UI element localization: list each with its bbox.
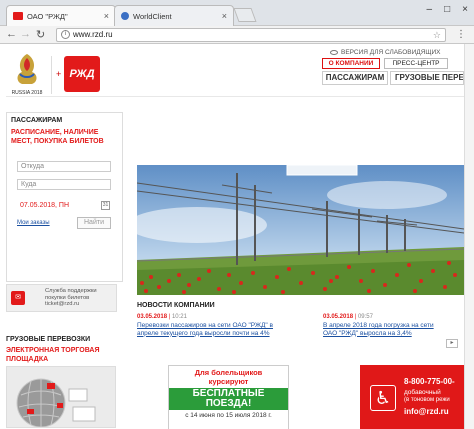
- find-button[interactable]: Найти: [77, 217, 111, 229]
- logo-divider: [51, 56, 52, 94]
- news-item[interactable]: 03.05.2018 | 09:57 В апреле 2018 года по…: [323, 314, 443, 337]
- page-content: RUSSIA 2018 + РЖД ВЕРСИЯ ДЛЯ СЛАБОВИДЯЩИ…: [0, 44, 474, 429]
- news-time: 09:57: [357, 314, 373, 320]
- maximize-icon[interactable]: □: [444, 4, 450, 15]
- hotline-phone: 8-800-775-00-: [404, 377, 455, 386]
- free-trains-highlight: БЕСПЛАТНЫЕ ПОЕЗДА!: [169, 388, 288, 410]
- new-tab-button[interactable]: [233, 8, 257, 22]
- news-date: 03.05.2018: [323, 314, 354, 320]
- globe-illustration: [16, 378, 96, 427]
- page-scrollbar[interactable]: [464, 44, 474, 429]
- wheelchair-icon: ♿: [370, 385, 396, 411]
- close-tab-icon[interactable]: ×: [104, 11, 109, 21]
- chat-icon: ✉: [11, 291, 25, 305]
- minimize-icon[interactable]: –: [427, 4, 433, 15]
- browser-menu-icon[interactable]: ⋮: [456, 29, 466, 40]
- hero-image[interactable]: [137, 165, 464, 295]
- header-divider: [6, 96, 464, 97]
- back-icon[interactable]: ←: [6, 28, 17, 40]
- news-time: 10:21: [171, 314, 187, 320]
- hotline-ext: добавочный: [404, 389, 441, 396]
- reload-icon[interactable]: ↻: [36, 28, 45, 41]
- tab-rzd[interactable]: ОАО "РЖД" ×: [6, 5, 116, 26]
- news-headline[interactable]: Перевозки пассажиров на сети ОАО "РЖД" в…: [137, 322, 287, 337]
- fans-dates: с 14 июня по 15 июля 2018 г.: [185, 412, 272, 419]
- calendar-icon[interactable]: 31: [101, 201, 110, 210]
- address-text: www.rzd.ru: [73, 30, 113, 39]
- news-next-button[interactable]: ▸: [446, 339, 458, 348]
- close-window-icon[interactable]: ×: [462, 4, 468, 15]
- nav-passengers[interactable]: ПАССАЖИРАМ: [322, 71, 388, 85]
- cargo-title: ГРУЗОВЫЕ ПЕРЕВОЗКИ: [6, 336, 91, 343]
- fans-line2: курсируют: [208, 376, 249, 386]
- from-input[interactable]: Откуда: [17, 161, 111, 172]
- news-date-line: 03.05.2018 | 10:21: [137, 314, 187, 320]
- news-date: 03.05.2018: [137, 314, 168, 320]
- rzd-logo[interactable]: РЖД: [64, 56, 100, 92]
- news-section-title: НОВОСТИ КОМПАНИИ: [137, 302, 215, 309]
- tab-title: WorldClient: [133, 11, 172, 21]
- railway-landscape-illustration: [137, 165, 464, 295]
- date-field[interactable]: 07.05.2018, ПН: [17, 200, 97, 211]
- news-date-line: 03.05.2018 | 09:57: [323, 314, 373, 320]
- hotline-tone: (в тоновом режи: [404, 397, 450, 403]
- tab-worldclient[interactable]: WorldClient ×: [114, 5, 234, 26]
- hotline-email: info@rzd.ru: [404, 407, 449, 416]
- cargo-section: ГРУЗОВЫЕ ПЕРЕВОЗКИ ЭЛЕКТРОННАЯ ТОРГОВАЯ …: [6, 336, 123, 364]
- address-bar[interactable]: i www.rzd.ru ☆: [56, 28, 446, 42]
- close-tab-icon[interactable]: ×: [222, 11, 227, 21]
- news-item[interactable]: 03.05.2018 | 10:21 Перевозки пассажиров …: [137, 314, 287, 337]
- free-trains-banner[interactable]: Для болельщиков курсируют БЕСПЛАТНЫЕ ПОЕ…: [168, 365, 289, 429]
- worldcup-logo: RUSSIA 2018: [12, 54, 43, 96]
- support-box[interactable]: ✉ Служба поддержки покупки билетов ticke…: [6, 284, 117, 312]
- bookmark-star-icon[interactable]: ☆: [433, 29, 441, 41]
- window-controls: – □ ×: [427, 4, 468, 15]
- panel-subtitle[interactable]: РАСПИСАНИЕ, НАЛИЧИЕ МЕСТ, ПОКУПКА БИЛЕТО…: [11, 129, 121, 146]
- accessibility-hotline-banner[interactable]: ♿ 8-800-775-00- добавочный (в тоновом ре…: [360, 365, 464, 429]
- browser-toolbar: ← → ↻ i www.rzd.ru ☆ ⋮: [0, 26, 474, 44]
- eye-icon: [330, 49, 338, 55]
- cargo-subtitle[interactable]: ЭЛЕКТРОННАЯ ТОРГОВАЯ ПЛОЩАДКА: [6, 347, 123, 364]
- globe-banner[interactable]: [6, 366, 116, 428]
- browser-titlebar: ОАО "РЖД" × WorldClient × – □ ×: [0, 0, 474, 26]
- press-center-button[interactable]: ПРЕСС-ЦЕНТР: [384, 58, 448, 69]
- impaired-version-label: ВЕРСИЯ ДЛЯ СЛАБОВИДЯЩИХ: [341, 49, 441, 56]
- ticket-search-panel: ПАССАЖИРАМ РАСПИСАНИЕ, НАЛИЧИЕ МЕСТ, ПОК…: [6, 112, 123, 282]
- to-input[interactable]: Куда: [17, 179, 111, 190]
- worldclient-favicon-icon: [121, 12, 129, 20]
- plus-icon: +: [56, 69, 62, 79]
- panel-title: ПАССАЖИРАМ: [11, 117, 63, 124]
- about-company-button[interactable]: О КОМПАНИИ: [322, 58, 380, 69]
- nav-cargo[interactable]: ГРУЗОВЫЕ ПЕРЕВ: [390, 71, 464, 85]
- rzd-favicon-icon: [13, 12, 23, 20]
- forward-icon[interactable]: →: [20, 28, 31, 40]
- support-text: Служба поддержки покупки билетов ticket@…: [45, 288, 97, 307]
- my-orders-link[interactable]: Мои заказы: [17, 220, 50, 226]
- news-headline[interactable]: В апреле 2018 года погрузка на сети ОАО …: [323, 322, 443, 337]
- impaired-version-link[interactable]: ВЕРСИЯ ДЛЯ СЛАБОВИДЯЩИХ: [330, 49, 441, 56]
- tab-title: ОАО "РЖД": [27, 11, 68, 21]
- info-icon[interactable]: i: [61, 30, 70, 39]
